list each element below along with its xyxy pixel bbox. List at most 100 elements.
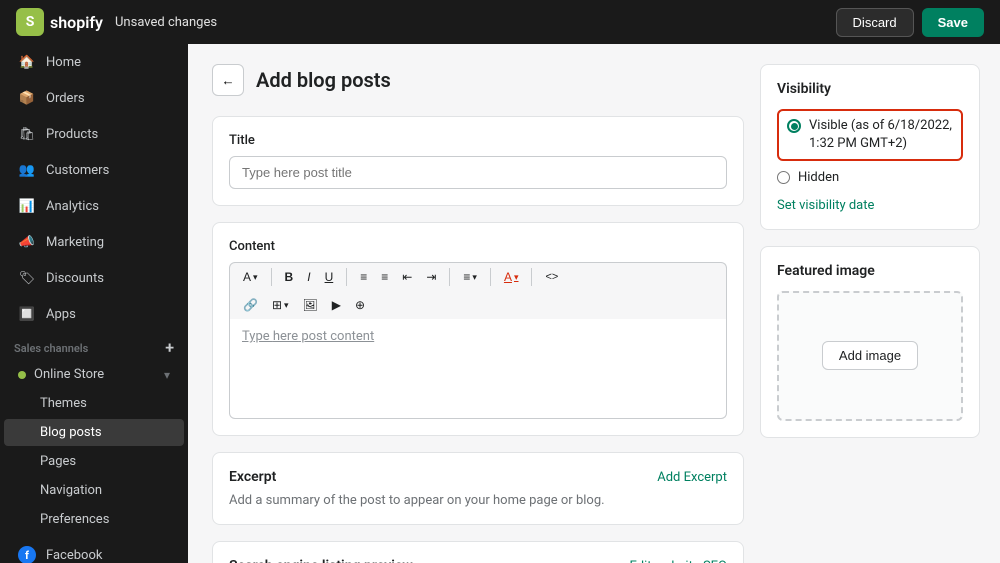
sidebar-item-online-store[interactable]: Online Store ▾ [4,361,184,388]
visible-radio [787,119,801,133]
table-button[interactable]: ⊞ [267,295,294,315]
topbar-left: S shopify Unsaved changes [16,8,217,36]
discard-button[interactable]: Discard [836,8,914,37]
text-color-button[interactable]: A [499,267,524,287]
excerpt-header: Excerpt Add Excerpt [229,469,727,485]
online-store-left: Online Store [18,367,104,382]
bold-button[interactable]: B [280,267,299,287]
sidebar-item-label: Apps [46,307,76,322]
italic-button[interactable]: I [302,267,315,287]
online-store-expand-icon: ▾ [164,368,170,382]
sidebar-item-label: Home [46,55,81,70]
sidebar-item-label: Marketing [46,235,104,250]
sidebar-item-products[interactable]: 🛍 Products [4,117,184,151]
featured-image-card: Featured image Add image [760,246,980,438]
seo-header: Search engine listing preview Edit websi… [229,558,727,563]
add-sales-channel-button[interactable]: + [165,340,174,356]
font-size-group: A [238,267,263,287]
excerpt-description: Add a summary of the post to appear on y… [229,493,727,508]
topbar-actions: Discard Save [836,8,984,37]
content-card: Content A B I U ≡ ≡ ⇤ ⇥ ≡ [212,222,744,436]
sidebar-sub-item-preferences[interactable]: Preferences [4,506,184,533]
toolbar-separator-3 [449,268,450,286]
save-button[interactable]: Save [922,8,984,37]
main-content: ← Add blog posts Title Content A B I [188,44,1000,563]
visible-label: Visible (as of 6/18/2022, 1:32 PM GMT+2) [809,117,953,153]
set-visibility-link[interactable]: Set visibility date [777,198,963,213]
video-button[interactable]: ▶ [327,295,346,315]
back-button[interactable]: ← [212,64,244,96]
apps-icon: 🔲 [18,305,36,323]
hidden-label: Hidden [798,169,839,187]
home-icon: 🏠 [18,53,36,71]
font-size-button[interactable]: A [238,267,263,287]
sidebar-item-facebook[interactable]: f Facebook [4,538,184,563]
sidebar-item-label: Facebook [46,548,102,563]
image-upload-area[interactable]: Add image [777,291,963,421]
excerpt-title: Excerpt [229,469,276,485]
title-card: Title [212,116,744,206]
underline-button[interactable]: U [320,267,339,287]
excerpt-card: Excerpt Add Excerpt Add a summary of the… [212,452,744,525]
featured-image-title: Featured image [777,263,963,279]
page-header: ← Add blog posts [212,64,744,96]
sidebar-item-marketing[interactable]: 📣 Marketing [4,225,184,259]
indent-left-button[interactable]: ⇤ [397,267,417,287]
list-ul-button[interactable]: ≡ [355,267,372,287]
sidebar-sub-item-navigation[interactable]: Navigation [4,477,184,504]
sidebar-item-orders[interactable]: 📦 Orders [4,81,184,115]
sidebar-item-label: Products [46,127,98,142]
products-icon: 🛍 [18,125,36,143]
sidebar-sub-item-pages[interactable]: Pages [4,448,184,475]
image-button[interactable]: 🖼 [298,295,323,315]
facebook-icon: f [18,546,36,563]
code-button[interactable]: <> [540,268,563,286]
add-excerpt-link[interactable]: Add Excerpt [657,470,727,485]
edit-seo-link[interactable]: Edit website SEO [630,559,728,563]
right-column: Visibility Visible (as of 6/18/2022, 1:3… [760,64,980,543]
editor-toolbar-row1: A B I U ≡ ≡ ⇤ ⇥ ≡ A <> [229,262,727,291]
sidebar-item-apps[interactable]: 🔲 Apps [4,297,184,331]
list-ol-button[interactable]: ≡ [376,267,393,287]
back-arrow-icon: ← [221,73,234,88]
sidebar-item-discounts[interactable]: 🏷 Discounts [4,261,184,295]
sales-channels-label: Sales channels [14,342,88,355]
sidebar-item-home[interactable]: 🏠 Home [4,45,184,79]
toolbar-separator-5 [531,268,532,286]
customers-icon: 👥 [18,161,36,179]
sidebar-item-analytics[interactable]: 📊 Analytics [4,189,184,223]
sidebar: 🏠 Home 📦 Orders 🛍 Products 👥 Customers 📊… [0,44,188,563]
sales-channels-header: Sales channels + [0,332,188,360]
attachment-button[interactable]: ⊕ [350,295,370,315]
align-button[interactable]: ≡ [458,267,482,287]
layout: 🏠 Home 📦 Orders 🛍 Products 👥 Customers 📊… [0,44,1000,563]
discounts-icon: 🏷 [18,269,36,287]
center-column: ← Add blog posts Title Content A B I [212,64,744,543]
editor-placeholder: Type here post content [242,329,374,344]
sidebar-item-label: Orders [46,91,85,106]
content-field-label: Content [229,239,727,254]
sidebar-sub-item-blog-posts[interactable]: Blog posts [4,419,184,446]
editor-toolbar-row2: 🔗 ⊞ 🖼 ▶ ⊕ [229,291,727,319]
sidebar-item-label: Discounts [46,271,104,286]
shopify-logo: S shopify [16,8,103,36]
editor-body[interactable]: Type here post content [229,319,727,419]
hidden-radio[interactable] [777,171,790,184]
toolbar-separator-1 [271,268,272,286]
online-store-label: Online Store [34,367,104,382]
sidebar-sub-item-themes[interactable]: Themes [4,390,184,417]
sidebar-item-customers[interactable]: 👥 Customers [4,153,184,187]
hidden-option[interactable]: Hidden [777,169,963,187]
analytics-icon: 📊 [18,197,36,215]
seo-title: Search engine listing preview [229,558,413,563]
title-input[interactable] [229,156,727,189]
marketing-icon: 📣 [18,233,36,251]
shopify-wordmark: shopify [50,13,103,32]
add-image-button[interactable]: Add image [822,341,918,370]
sidebar-item-label: Analytics [46,199,99,214]
visibility-title: Visibility [777,81,963,97]
visible-option-box[interactable]: Visible (as of 6/18/2022, 1:32 PM GMT+2) [777,109,963,161]
link-button[interactable]: 🔗 [238,295,263,315]
indent-right-button[interactable]: ⇥ [421,267,441,287]
orders-icon: 📦 [18,89,36,107]
